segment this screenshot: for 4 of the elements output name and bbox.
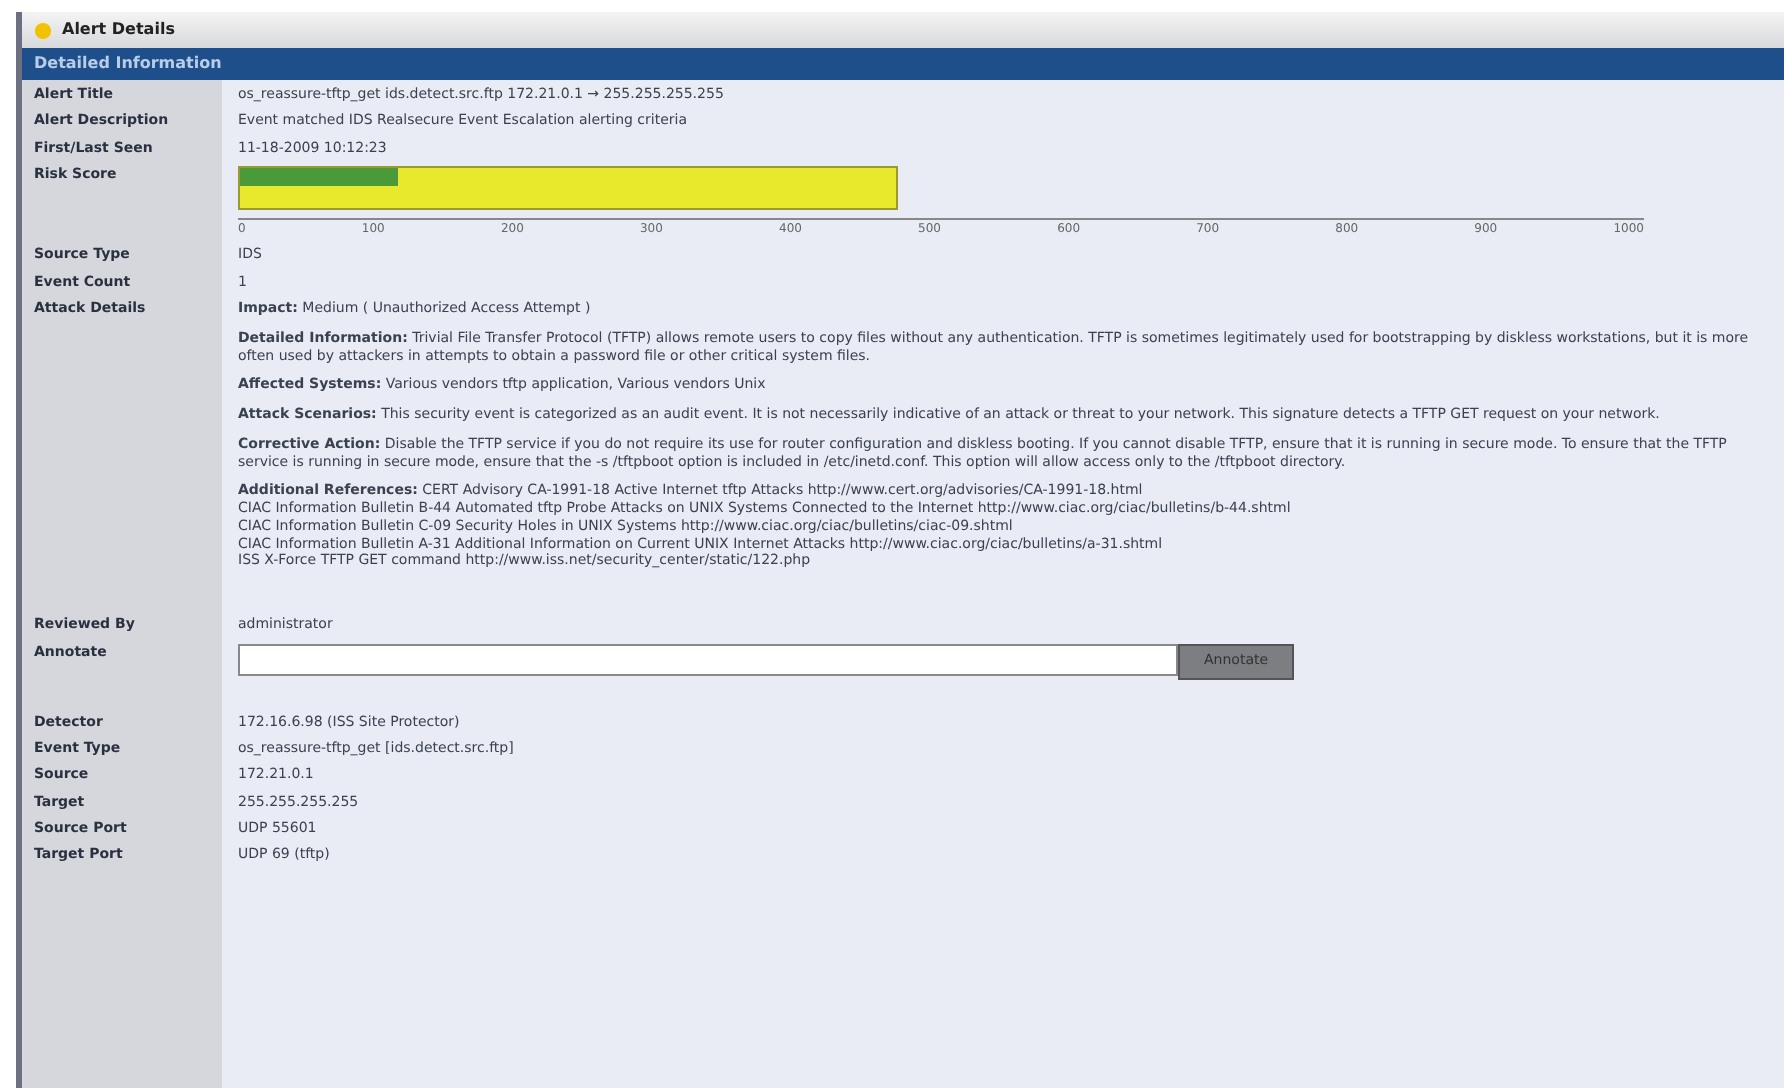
- annotation-field[interactable]: [238, 643, 1178, 676]
- window-title: Alert Details: [62, 18, 175, 42]
- alert-icon: [34, 21, 52, 39]
- section-header: Detailed Information: [22, 48, 1784, 80]
